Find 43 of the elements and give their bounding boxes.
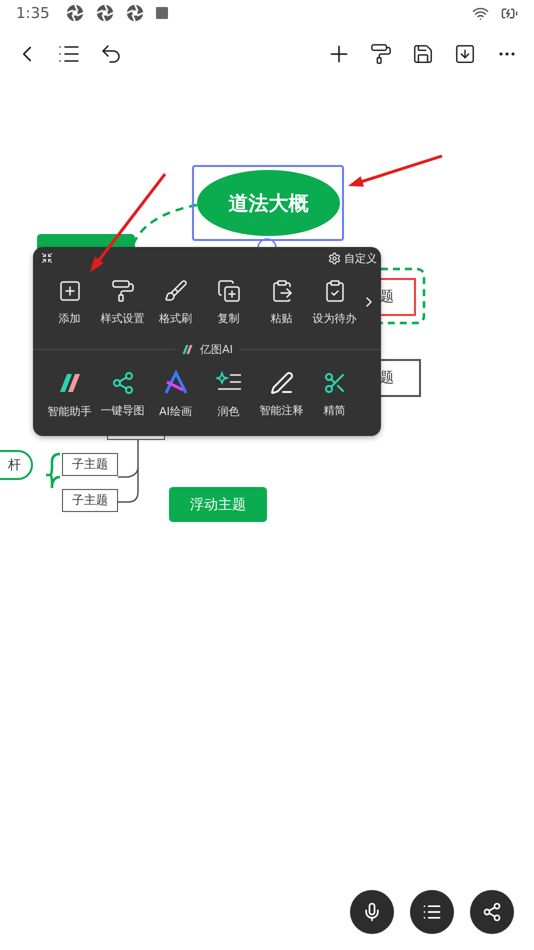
structure-button[interactable] [470,890,514,934]
bracket-line [44,452,62,490]
add-square-icon [58,278,82,302]
download-icon [454,43,476,65]
ai-action[interactable]: 一键导图 [96,370,149,418]
menu-action[interactable]: 复制 [202,278,255,326]
voice-button[interactable] [350,890,394,934]
collapse-icon[interactable] [41,252,53,264]
ai-action[interactable]: AI绘画 [149,370,202,418]
paint-roller-icon [370,43,392,65]
pen-icon [270,370,294,394]
customize-button[interactable]: 自定义 [328,250,377,266]
ai-section-title: 亿图AI [200,342,233,356]
menu-action[interactable]: 添加 [43,278,96,326]
menu-action[interactable]: 格式刷 [149,278,202,326]
dashed-border [381,268,426,324]
topic-node[interactable]: 杆 [0,450,33,480]
nodes-icon [482,902,502,922]
ai-logo-icon [181,342,194,356]
status-time: 1:35 [16,4,50,22]
app-icon [66,4,84,22]
brush-icon [164,278,188,302]
pen-letter-icon [162,370,188,396]
branch-nodes-icon [110,370,134,394]
ai-action[interactable]: 智能助手 [43,370,96,418]
ai-action[interactable]: 精简 [308,370,361,418]
app-icon [126,4,144,22]
ai-action[interactable]: 智能注释 [255,370,308,418]
save-icon [412,43,434,65]
paint-roller-icon [110,278,134,302]
subtopic-node[interactable]: 子主题 [62,489,118,512]
scissors-icon [322,370,346,394]
menu-action[interactable]: 设为待办 [308,278,361,326]
app-icon [96,4,114,22]
layout-button[interactable] [410,890,454,934]
menu-action[interactable]: 粘贴 [255,278,308,326]
keyboard-icon [156,7,168,19]
menu-action[interactable]: 样式设置 [96,278,149,326]
gear-icon [328,252,341,264]
ai-action[interactable]: 润色 [202,370,255,418]
copy-icon [216,278,240,302]
subtopic-node[interactable]: 子主题 [62,453,118,476]
more-icon [499,52,515,56]
